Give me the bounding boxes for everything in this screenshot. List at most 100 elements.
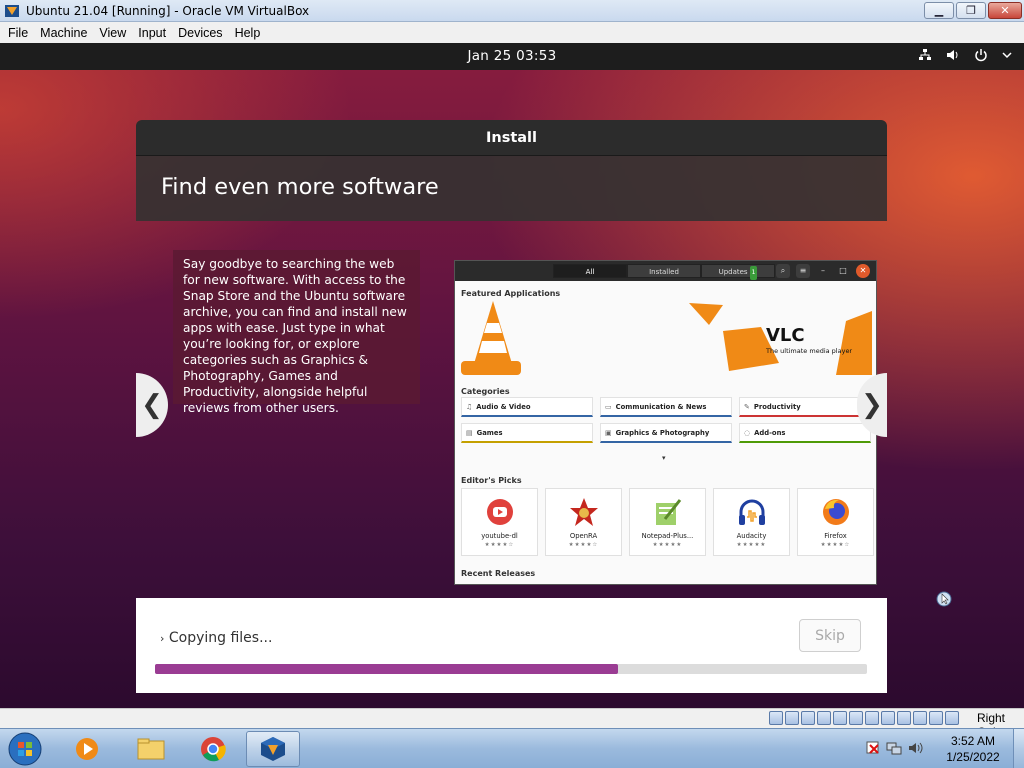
category-grid: ♫ Audio & Video ▭ Communication & News ✎ Pr… (461, 397, 872, 443)
network-tray-icon[interactable] (886, 741, 902, 758)
recording-icon[interactable] (881, 711, 895, 725)
volume-tray-icon[interactable] (908, 741, 924, 758)
store-headerbar-icons: ⌕ ≡ – □ ✕ (776, 264, 870, 278)
windows-explorer-icon (137, 738, 165, 760)
category-audio-video: ♫ Audio & Video (461, 397, 593, 417)
minimize-icon: – (821, 266, 825, 275)
virtualbox-icon (261, 737, 285, 761)
windows-taskbar: 3:52 AM 1/25/2022 (0, 728, 1024, 768)
keyboard-icon[interactable] (929, 711, 943, 725)
power-icon[interactable] (974, 48, 988, 67)
chat-icon: ▭ (605, 402, 612, 411)
virtualbox-statusbar: Right Ctrl (0, 708, 1024, 739)
puzzle-icon: ◌ (744, 428, 751, 437)
category-productivity: ✎ Productivity (739, 397, 871, 417)
action-center-icon[interactable] (866, 741, 880, 758)
gnome-clock[interactable]: Jan 25 03:53 (0, 48, 1024, 64)
display-icon[interactable] (865, 711, 879, 725)
rating-stars: ★★★★★ (652, 542, 683, 548)
maximize-icon: □ (839, 266, 847, 275)
slide-title-bar: Find even more software (136, 156, 887, 221)
windows-media-player-icon (76, 738, 98, 760)
editors-picks-list: youtube-dl ★★★★☆ OpenRA ★★★★☆ Notepad-Pl… (461, 488, 874, 556)
vm-screen[interactable]: Jan 25 03:53 Install Find even more soft… (0, 43, 1024, 708)
start-button[interactable] (2, 730, 48, 768)
pick-card: Firefox ★★★★☆ (797, 488, 874, 556)
volume-icon[interactable] (946, 48, 960, 67)
show-desktop-button[interactable] (1013, 729, 1024, 768)
pick-card: youtube-dl ★★★★☆ (461, 488, 538, 556)
menu-machine[interactable]: Machine (34, 26, 93, 40)
gnome-top-bar: Jan 25 03:53 (0, 43, 1024, 70)
search-icon: ⌕ (776, 264, 790, 278)
recent-releases-heading: Recent Releases (461, 569, 536, 578)
close-icon: ✕ (856, 264, 870, 278)
menu-view[interactable]: View (93, 26, 132, 40)
youtube-dl-icon (487, 499, 513, 525)
previous-slide-button[interactable]: ❮ (136, 373, 168, 437)
network-adapter-icon[interactable] (817, 711, 831, 725)
cpu-icon[interactable] (897, 711, 911, 725)
expander-chevron-icon: › (160, 632, 165, 645)
network-icon[interactable] (918, 48, 932, 67)
close-button[interactable]: ✕ (988, 2, 1022, 19)
menu-file[interactable]: File (2, 26, 34, 40)
taskbar-chrome[interactable] (186, 731, 240, 767)
menu-input[interactable]: Input (132, 26, 172, 40)
store-tab-all: All (553, 264, 627, 278)
slide-title: Find even more software (161, 174, 439, 200)
category-games: ▤ Games (461, 423, 593, 443)
installer-window: Install Find even more software Say good… (136, 120, 887, 693)
category-graphics-photography: ▣ Graphics & Photography (600, 423, 732, 443)
image-icon: ▣ (605, 428, 612, 437)
featured-app-subtitle: The ultimate media player (766, 347, 853, 355)
rating-stars: ★★★★★ (736, 542, 767, 548)
optical-drive-icon[interactable] (785, 711, 799, 725)
music-note-icon: ♫ (466, 402, 473, 411)
skip-button[interactable]: Skip (799, 619, 861, 652)
slide-description: Say goodbye to searching the web for new… (173, 250, 420, 415)
minimize-button[interactable]: ▁ (924, 2, 954, 19)
rating-stars: ★★★★☆ (820, 542, 851, 548)
clock-date: 1/25/2022 (946, 750, 1000, 764)
notification-area (866, 741, 924, 758)
taskbar-explorer[interactable] (124, 731, 178, 767)
featured-banner: VLC The ultimate media player (461, 301, 872, 375)
window-titlebar: Ubuntu 21.04 [Running] - Oracle VM Virtu… (0, 0, 1024, 22)
pencil-icon: ✎ (744, 402, 750, 411)
mouse-integration-icon[interactable] (913, 711, 927, 725)
progress-status[interactable]: › Copying files... (160, 630, 272, 646)
firefox-icon (823, 499, 849, 525)
shared-folders-icon[interactable] (849, 711, 863, 725)
featured-app-title: VLC (766, 325, 805, 346)
openra-icon (570, 498, 598, 526)
window-title: Ubuntu 21.04 [Running] - Oracle VM Virtu… (26, 3, 310, 18)
taskbar-media-player[interactable] (60, 731, 114, 767)
installer-header: Install (136, 120, 887, 156)
gnome-system-tray[interactable] (918, 48, 1012, 67)
menu-devices[interactable]: Devices (172, 26, 228, 40)
host-key-indicator-icon[interactable] (945, 711, 959, 725)
chrome-icon (201, 737, 226, 762)
audio-icon[interactable] (801, 711, 815, 725)
expand-chevron-icon: ▾ (662, 454, 666, 462)
pick-card: OpenRA ★★★★☆ (545, 488, 622, 556)
store-tabs: All Installed Updates 1 (553, 264, 775, 280)
pick-card: Audacity ★★★★★ (713, 488, 790, 556)
featured-heading: Featured Applications (461, 289, 561, 298)
pick-card: Notepad-Plus... ★★★★★ (629, 488, 706, 556)
mouse-cursor-icon (936, 591, 952, 607)
menu-help[interactable]: Help (229, 26, 267, 40)
store-tab-installed: Installed (627, 264, 701, 278)
restore-button[interactable]: ❐ (956, 2, 986, 19)
store-headerbar: All Installed Updates 1 ⌕ ≡ – □ ✕ (455, 261, 876, 281)
audacity-icon (739, 499, 765, 525)
taskbar-clock[interactable]: 3:52 AM 1/25/2022 (938, 733, 1008, 765)
hard-disk-icon[interactable] (769, 711, 783, 725)
store-tab-updates: Updates 1 (701, 264, 775, 280)
usb-icon[interactable] (833, 711, 847, 725)
menu-icon: ≡ (796, 264, 810, 278)
chevron-down-icon[interactable] (1002, 48, 1012, 67)
taskbar-virtualbox[interactable] (246, 731, 300, 767)
vm-status-indicators (769, 711, 959, 725)
